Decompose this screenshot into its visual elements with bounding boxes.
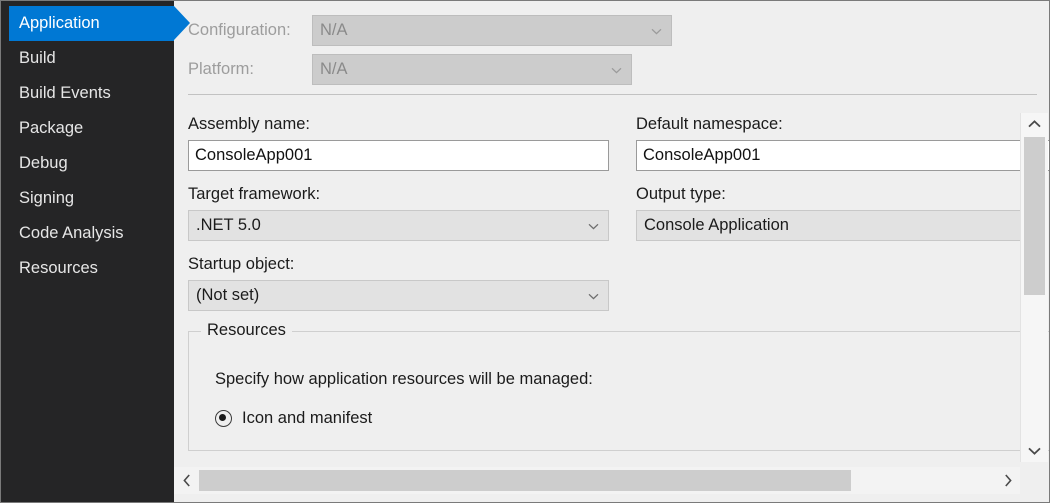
target-framework-value: .NET 5.0 (196, 216, 261, 234)
project-properties-window: Application Build Build Events Package D… (0, 0, 1050, 503)
left-column: Assembly name: ConsoleApp001 Target fram… (188, 115, 628, 325)
chevron-down-icon (588, 293, 599, 300)
properties-pane: Configuration: N/A Platform: N/A Assembl… (174, 1, 1049, 502)
resources-groupbox-legend: Resources (201, 321, 292, 340)
startup-object-value: (Not set) (196, 286, 260, 304)
target-framework-label: Target framework: (188, 185, 321, 203)
output-type-dropdown[interactable]: Console Application (636, 210, 1028, 241)
resources-description: Specify how application resources will b… (215, 370, 593, 388)
sidebar-item-label: Application (19, 14, 100, 32)
scroll-down-button[interactable] (1021, 440, 1048, 462)
target-framework-dropdown[interactable]: .NET 5.0 (188, 210, 609, 241)
icon-and-manifest-label: Icon and manifest (242, 409, 373, 427)
chevron-down-icon (588, 223, 599, 230)
sidebar-item-package[interactable]: Package (1, 111, 174, 146)
output-type-field: Output type: Console Application (636, 185, 1049, 241)
target-framework-field: Target framework: .NET 5.0 (188, 185, 628, 241)
scroll-right-button[interactable] (995, 474, 1020, 487)
scrollable-content: Assembly name: ConsoleApp001 Target fram… (174, 109, 1049, 462)
right-column: Default namespace: ConsoleApp001 Output … (636, 115, 1049, 325)
platform-value: N/A (320, 60, 348, 78)
output-type-label: Output type: (636, 185, 726, 203)
assembly-name-label: Assembly name: (188, 115, 310, 133)
selection-arrow-icon (174, 6, 190, 40)
scroll-left-button[interactable] (174, 474, 199, 487)
sidebar-item-application[interactable]: Application (9, 6, 190, 41)
scroll-up-button[interactable] (1021, 113, 1048, 135)
platform-row: Platform: N/A (188, 54, 1049, 85)
configuration-label: Configuration: (188, 21, 291, 39)
output-type-value: Console Application (644, 216, 789, 234)
default-namespace-label: Default namespace: (636, 115, 783, 133)
sidebar-item-label: Build (19, 49, 56, 67)
radio-button-icon[interactable] (215, 410, 232, 427)
horizontal-scrollbar-thumb[interactable] (199, 470, 851, 491)
chevron-down-icon (611, 67, 622, 74)
sidebar-item-build-events[interactable]: Build Events (1, 76, 174, 111)
sidebar-item-code-analysis[interactable]: Code Analysis (1, 216, 174, 251)
sidebar-item-debug[interactable]: Debug (1, 146, 174, 181)
startup-object-dropdown[interactable]: (Not set) (188, 280, 609, 311)
chevron-left-icon (182, 474, 190, 487)
fields-grid: Assembly name: ConsoleApp001 Target fram… (174, 109, 1049, 325)
section-divider (188, 94, 1037, 95)
sidebar-item-label: Build Events (19, 84, 111, 102)
sidebar-nav: Application Build Build Events Package D… (1, 1, 190, 502)
default-namespace-field: Default namespace: ConsoleApp001 (636, 115, 1049, 171)
horizontal-scrollbar[interactable] (174, 467, 1020, 494)
chevron-right-icon (1004, 474, 1012, 487)
vertical-scrollbar-thumb[interactable] (1024, 137, 1045, 295)
default-namespace-value: ConsoleApp001 (643, 146, 761, 164)
assembly-name-field: Assembly name: ConsoleApp001 (188, 115, 628, 171)
sidebar-item-label: Code Analysis (19, 224, 124, 242)
configuration-section: Configuration: N/A Platform: N/A (174, 1, 1049, 85)
startup-object-label: Startup object: (188, 255, 295, 273)
chevron-down-icon (651, 28, 662, 35)
sidebar-item-resources[interactable]: Resources (1, 251, 174, 286)
sidebar-item-label: Signing (19, 189, 75, 207)
configuration-value: N/A (320, 21, 348, 39)
startup-object-field: Startup object: (Not set) (188, 255, 628, 311)
sidebar-item-signing[interactable]: Signing (1, 181, 174, 216)
chevron-up-icon (1028, 120, 1041, 128)
sidebar-item-label: Resources (19, 259, 98, 277)
vertical-scrollbar[interactable] (1020, 113, 1048, 462)
sidebar-item-label: Package (19, 119, 84, 137)
icon-and-manifest-option[interactable]: Icon and manifest (189, 389, 1049, 428)
sidebar-item-build[interactable]: Build (1, 41, 174, 76)
assembly-name-value: ConsoleApp001 (195, 146, 313, 164)
horizontal-scrollbar-track[interactable] (199, 467, 995, 494)
sidebar-item-label: Debug (19, 154, 68, 172)
default-namespace-input[interactable]: ConsoleApp001 (636, 140, 1049, 171)
platform-dropdown[interactable]: N/A (312, 54, 632, 85)
platform-label: Platform: (188, 60, 255, 78)
resources-groupbox: Resources Specify how application resour… (188, 321, 1049, 451)
configuration-row: Configuration: N/A (188, 15, 1049, 46)
configuration-dropdown[interactable]: N/A (312, 15, 672, 46)
bottom-strip (174, 494, 1049, 502)
chevron-down-icon (1028, 447, 1041, 455)
assembly-name-input[interactable]: ConsoleApp001 (188, 140, 609, 171)
